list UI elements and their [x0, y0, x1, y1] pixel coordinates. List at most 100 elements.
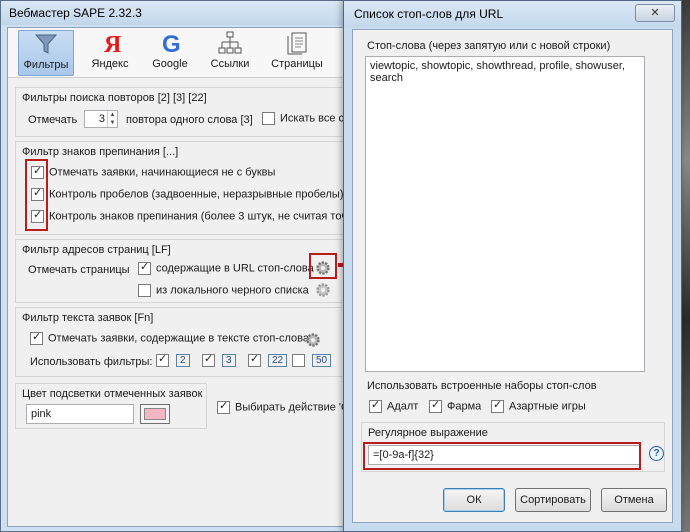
ribbon-links-button[interactable]: Ссылки — [202, 30, 258, 76]
yandex-icon: Я — [82, 30, 138, 56]
gambling-checkbox[interactable] — [491, 398, 504, 413]
use-filters-label: Использовать фильтры: — [30, 356, 153, 368]
dialog-titlebar[interactable]: Список стоп-слов для URL — [344, 1, 681, 27]
filter-22-option[interactable]: 22 — [248, 352, 288, 367]
filter-2-checkbox[interactable] — [156, 352, 169, 367]
url-option-1-label: содержащие в URL стоп-слова — [156, 262, 314, 275]
text-filter-title: Фильтр текста заявок [Fn] — [22, 312, 154, 324]
pages-icon — [264, 30, 330, 56]
gear-highlight-box — [309, 253, 337, 279]
search-all-label: Искать все сл — [280, 112, 351, 125]
color-swatch — [144, 408, 166, 420]
pharma-label: Фарма — [447, 400, 482, 413]
adult-label: Адалт — [387, 400, 419, 413]
repeat-count-spinner[interactable]: 3 ▲ ▼ — [84, 110, 118, 128]
sort-button[interactable]: Сортировать — [515, 488, 591, 512]
pharma-checkbox[interactable] — [429, 398, 442, 413]
punct-item-3[interactable]: Контроль знаков препинания (более 3 штук… — [31, 208, 358, 223]
ribbon-yandex-button[interactable]: Я Яндекс — [82, 30, 138, 76]
url-option-2[interactable]: из локального черного списка — [138, 284, 309, 297]
ribbon-label: Ссылки — [210, 58, 250, 70]
main-titlebar[interactable]: Вебмастер SAPE 2.32.3 — [1, 1, 351, 25]
filter-50-badge: 50 — [312, 354, 332, 367]
filter-3-option[interactable]: 3 — [202, 352, 236, 367]
repeat-mark-label: Отмечать — [28, 114, 78, 126]
choose-action-option[interactable]: Выбирать действие 'От — [217, 399, 355, 414]
ribbon-label: Яндекс — [91, 58, 129, 70]
blacklist-settings-gear-icon[interactable] — [315, 282, 331, 298]
url-filter-group: Фильтр адресов страниц [LF] Отмечать стр… — [15, 239, 355, 303]
filter-22-checkbox[interactable] — [248, 352, 261, 367]
repeat-count-value: 3 — [98, 113, 105, 125]
dialog-close-button[interactable]: ✕ — [635, 4, 675, 22]
punct-item-2[interactable]: Контроль пробелов (задвоенные, неразрывн… — [31, 186, 344, 201]
funnel-icon — [19, 31, 73, 57]
text-filter-group: Фильтр текста заявок [Fn] Отмечать заявк… — [15, 307, 355, 377]
gambling-label: Азартные игры — [509, 400, 586, 413]
punct-label-2: Контроль пробелов (задвоенные, неразрывн… — [49, 188, 344, 201]
filter-50-checkbox[interactable] — [292, 354, 305, 367]
url-stopwords-checkbox[interactable] — [138, 260, 151, 275]
main-window: Вебмастер SAPE 2.32.3 Фильтры Я Яндекс G… — [0, 0, 358, 532]
url-option-2-label: из локального черного списка — [156, 284, 309, 297]
text-filter-checkbox[interactable] — [30, 330, 43, 345]
regex-label: Регулярное выражение — [368, 427, 488, 439]
ribbon-pages-button[interactable]: Страницы — [264, 30, 330, 76]
search-all-checkbox[interactable] — [262, 112, 275, 125]
builtin-adult-option[interactable]: Адалт — [369, 398, 419, 413]
text-filter-settings-gear-icon[interactable] — [305, 332, 321, 348]
filter-3-checkbox[interactable] — [202, 352, 215, 367]
text-filter-label: Отмечать заявки, содержащие в тексте сто… — [48, 332, 309, 345]
repeat-filter-title: Фильтры поиска повторов [2] [3] [22] — [22, 92, 207, 104]
color-picker-button[interactable] — [140, 404, 170, 424]
builtin-gambling-option[interactable]: Азартные игры — [491, 398, 586, 413]
stopwords-textarea[interactable]: viewtopic, showtopic, showthread, profil… — [365, 56, 645, 372]
choose-action-checkbox[interactable] — [217, 399, 230, 414]
text-filter-option[interactable]: Отмечать заявки, содержащие в тексте сто… — [30, 330, 309, 345]
ribbon-google-button[interactable]: G Google — [142, 30, 198, 76]
punct-label-1: Отмечать заявки, начинающиеся не с буквы — [49, 166, 276, 179]
stopwords-label: Стоп-слова (через запятую или с новой ст… — [367, 40, 611, 52]
repeat-count-wrap: 3 ▲ ▼ — [84, 110, 118, 128]
repeat-filter-group: Фильтры поиска повторов [2] [3] [22] Отм… — [15, 87, 355, 137]
ribbon-label: Google — [152, 58, 188, 70]
ribbon-filters-button[interactable]: Фильтры — [18, 30, 74, 76]
stopwords-dialog: Список стоп-слов для URL ✕ Стоп-слова (ч… — [343, 0, 682, 532]
url-option-1[interactable]: содержащие в URL стоп-слова — [138, 260, 314, 275]
help-icon[interactable]: ? — [649, 446, 664, 461]
filter-3-badge: 3 — [222, 354, 236, 367]
builtin-sets-label: Использовать встроенные наборы стоп-слов — [367, 380, 597, 392]
filter-2-badge: 2 — [176, 354, 190, 367]
url-mark-label: Отмечать страницы — [28, 264, 130, 276]
ribbon: Фильтры Я Яндекс G Google Ссылки Страниц… — [8, 28, 348, 78]
dialog-client: Стоп-слова (через запятую или с новой ст… — [352, 29, 673, 523]
color-title: Цвет подсветки отмеченных заявок — [22, 388, 203, 400]
color-group: Цвет подсветки отмеченных заявок pink — [15, 383, 207, 429]
punct-item-1[interactable]: Отмечать заявки, начинающиеся не с буквы — [31, 164, 276, 179]
repeat-suffix: повтора одного слова [3] — [126, 114, 253, 126]
sitemap-icon — [202, 30, 258, 56]
cancel-button[interactable]: Отмена — [601, 488, 667, 512]
filter-2-option[interactable]: 2 — [156, 352, 190, 367]
spinner-arrows-icon[interactable]: ▲ ▼ — [107, 111, 117, 127]
punct-label-3: Контроль знаков препинания (более 3 штук… — [49, 210, 358, 223]
filter-22-badge: 22 — [268, 354, 288, 367]
color-input[interactable]: pink — [26, 404, 134, 424]
ribbon-label: Страницы — [271, 58, 323, 70]
url-filter-title: Фильтр адресов страниц [LF] — [22, 244, 171, 256]
filter-50-option[interactable]: 50 — [292, 354, 332, 367]
punct-filter-title: Фильтр знаков препинания [...] — [22, 146, 179, 158]
checkbox-highlight-box — [25, 159, 48, 231]
builtin-pharma-option[interactable]: Фарма — [429, 398, 482, 413]
punct-filter-group: Фильтр знаков препинания [...] Отмечать … — [15, 141, 358, 235]
search-all-option[interactable]: Искать все сл — [262, 112, 350, 125]
choose-action-label: Выбирать действие 'От — [235, 401, 355, 414]
google-icon: G — [142, 30, 198, 56]
svg-text:Я: Я — [104, 32, 121, 56]
url-blacklist-checkbox[interactable] — [138, 284, 151, 297]
svg-text:G: G — [162, 31, 181, 56]
ok-button[interactable]: ОК — [443, 488, 505, 512]
regex-highlight-box — [363, 442, 641, 470]
adult-checkbox[interactable] — [369, 398, 382, 413]
ribbon-label: Фильтры — [23, 59, 69, 71]
